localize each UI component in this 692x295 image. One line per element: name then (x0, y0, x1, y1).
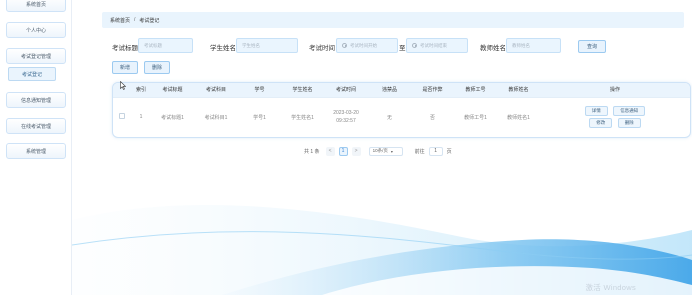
table-row: 1 考试标题1 考试科目1 学号1 学生姓名1 2023-03-20 09:32… (113, 96, 690, 137)
table-cell: 教师工号1 (454, 96, 497, 137)
teacher-name-input[interactable]: 教师姓名 (506, 38, 561, 53)
exam-time-start-placeholder: 考试时间开始 (350, 42, 377, 48)
edit-button[interactable]: 修改 (589, 118, 613, 129)
chevron-down-icon: ▾ (390, 148, 393, 154)
prev-page-button[interactable]: < (325, 146, 335, 156)
table-cell: 无 (368, 96, 411, 137)
sidebar-subitem-exam-registration[interactable]: 考试登记 (8, 67, 56, 81)
table-cell: 否 (411, 96, 454, 137)
goto-page-input[interactable]: 1 (428, 146, 443, 156)
exam-time-end-placeholder: 考试时间结束 (420, 42, 447, 48)
exam-title-input[interactable]: 考试标题 (138, 38, 193, 53)
mouse-cursor-icon (120, 81, 126, 90)
add-button[interactable]: 新增 (112, 61, 138, 74)
exam-time-start-input[interactable]: 考试时间开始 (336, 38, 398, 53)
sidebar-item-exam-registration[interactable]: 考试登记管理 (6, 48, 66, 64)
sidebar-item-label: 系统管理 (25, 148, 46, 155)
windows-activation-watermark: 激活 Windows (585, 283, 636, 292)
table-header: 教师工号 (465, 87, 486, 94)
table-cell: 考试科目1 (194, 96, 238, 137)
breadcrumb-home[interactable]: 系统首页 (110, 17, 130, 24)
sidebar-item-online-exam[interactable]: 在线考试管理 (6, 118, 66, 134)
range-separator: 至 (399, 45, 406, 52)
exam-time-label: 考试时间 (309, 45, 335, 52)
sidebar-item-profile[interactable]: 个人中心 (6, 22, 66, 38)
sidebar-item-system[interactable]: 系统管理 (6, 143, 66, 159)
sidebar-item-label: 考试登记管理 (20, 53, 51, 60)
breadcrumb-separator: / (134, 17, 136, 23)
table-header: 索引 (135, 87, 146, 94)
student-name-input[interactable]: 学生姓名 (236, 38, 298, 53)
page-size-select[interactable]: 10条/页 ▾ (368, 146, 403, 156)
page-size-value: 10条/页 (372, 148, 388, 153)
sidebar-item-label: 在线考试管理 (20, 123, 51, 130)
teacher-name-placeholder: 教师姓名 (512, 42, 530, 48)
table-cell: 2023-03-20 09:32:57 (324, 96, 368, 137)
sidebar-subitem-label: 考试登记 (21, 71, 42, 78)
table-header: 操作 (609, 87, 620, 94)
sidebar-item-home[interactable]: 系统首页 (6, 0, 66, 12)
table-header: 是否作弊 (422, 87, 443, 94)
page-number[interactable]: 1 (338, 146, 348, 156)
goto-label: 前往 (414, 148, 425, 155)
table-header-row: 索引 考试标题 考试科目 学号 学生姓名 考试时间 违禁品 是否作弊 教师工号 … (113, 83, 690, 97)
table-header: 教师姓名 (508, 87, 529, 94)
background-wave (72, 204, 692, 295)
notify-button[interactable]: 信息通知 (613, 106, 646, 117)
table-cell: 考试标题1 (151, 96, 194, 137)
row-delete-button[interactable]: 删除 (617, 118, 641, 129)
table-header: 违禁品 (381, 87, 397, 94)
main-content: 系统首页 / 考试登记 考试标题 考试标题 学生姓名 学生姓名 考试时间 考试时… (72, 0, 692, 295)
row-checkbox[interactable] (119, 113, 125, 120)
exam-time-end-input[interactable]: 考试时间结束 (406, 38, 468, 53)
table-cell: 1 (131, 96, 151, 137)
data-table: 索引 考试标题 考试科目 学号 学生姓名 考试时间 违禁品 是否作弊 教师工号 … (112, 82, 691, 138)
query-button-label: 查询 (586, 44, 597, 50)
row-operations: 详情 信息通知 修改 删除 (540, 96, 690, 137)
clock-icon (342, 43, 347, 48)
breadcrumb-current: 考试登记 (139, 17, 160, 24)
table-header: 学号 (254, 87, 265, 94)
table-header: 考试科目 (205, 87, 226, 94)
student-name-placeholder: 学生姓名 (242, 42, 260, 48)
next-page-button[interactable]: > (351, 146, 361, 156)
table-cell: 教师姓名1 (497, 96, 540, 137)
exam-title-placeholder: 考试标题 (144, 42, 162, 48)
sidebar-item-label: 系统首页 (25, 1, 46, 8)
batch-delete-button-label: 删除 (151, 65, 162, 71)
sidebar-item-label: 个人中心 (25, 27, 46, 34)
table-header: 考试时间 (335, 87, 356, 94)
batch-delete-button[interactable]: 删除 (144, 61, 170, 74)
sidebar-item-notification[interactable]: 信息通知管理 (6, 92, 66, 108)
sidebar: 系统首页 个人中心 考试登记管理 考试登记 信息通知管理 在线考试管理 系统管理 (0, 0, 72, 295)
table-header: 考试标题 (162, 87, 183, 94)
clock-icon (412, 43, 417, 48)
query-button[interactable]: 查询 (578, 40, 606, 53)
table-cell: 学号1 (238, 96, 281, 137)
detail-button[interactable]: 详情 (584, 106, 608, 117)
row-select-cell (113, 96, 131, 137)
student-name-label: 学生姓名 (210, 45, 236, 52)
add-button-label: 新增 (119, 65, 130, 71)
exam-title-label: 考试标题 (112, 45, 138, 52)
table-cell: 学生姓名1 (281, 96, 324, 137)
sidebar-item-label: 信息通知管理 (20, 97, 51, 104)
breadcrumb: 系统首页 / 考试登记 (102, 12, 684, 28)
pagination-total: 共 1 条 (304, 148, 320, 155)
teacher-name-label: 教师姓名 (480, 45, 506, 52)
pagination: 共 1 条 < 1 > 10条/页 ▾ 前往 1 页 (304, 146, 452, 156)
page-unit-label: 页 (446, 148, 452, 155)
table-header: 学生姓名 (292, 87, 313, 94)
